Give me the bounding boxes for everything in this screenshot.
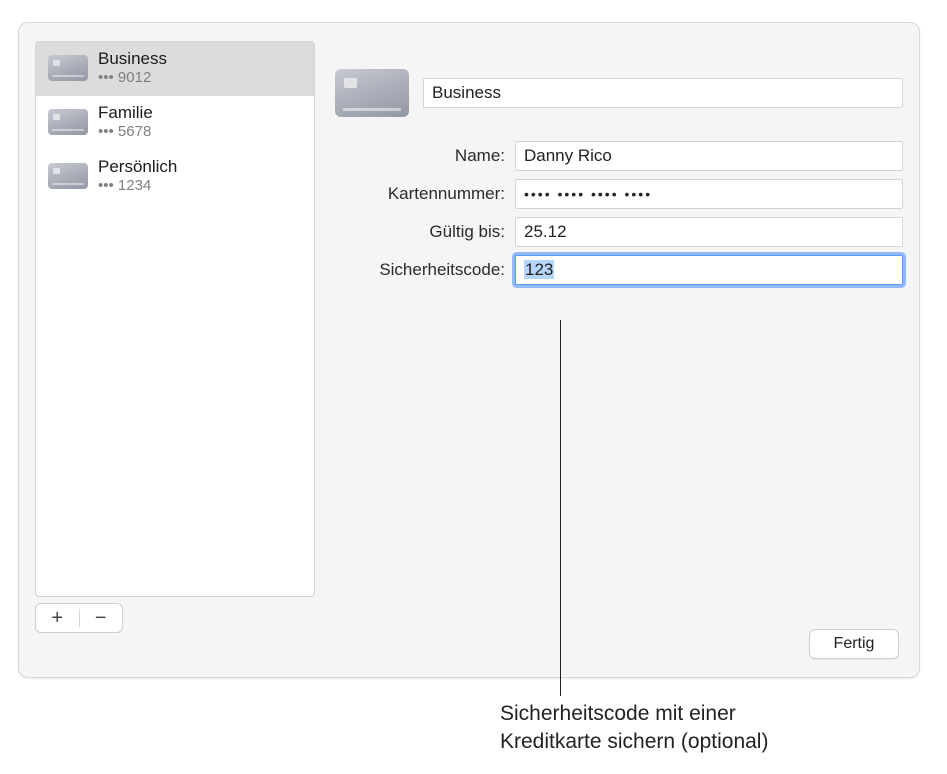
sidebar-item-texts: Familie ••• 5678 [98, 102, 153, 142]
row-expiry: Gültig bis: 25.12 [335, 217, 903, 247]
credit-card-icon [48, 109, 88, 135]
row-name: Name: Danny Rico [335, 141, 903, 171]
row-card-number: Kartennummer: •••• •••• •••• •••• [335, 179, 903, 209]
sidebar-item-familie[interactable]: Familie ••• 5678 [36, 96, 314, 150]
remove-button[interactable]: − [80, 604, 123, 632]
callout-text: Sicherheitscode mit einer Kreditkarte si… [500, 700, 768, 757]
minus-icon: − [95, 608, 107, 628]
sidebar-item-title: Persönlich [98, 156, 177, 177]
callout-line [560, 320, 561, 696]
add-button[interactable]: + [36, 604, 79, 632]
plus-icon: + [51, 608, 63, 628]
detail-form: Name: Danny Rico Kartennummer: •••• ••••… [335, 141, 903, 285]
card-title-field[interactable]: Business [423, 78, 903, 108]
add-remove-toolbar: + − [35, 603, 123, 633]
content-area: Business ••• 9012 Familie ••• 5678 Persö… [35, 41, 903, 597]
selected-text: 123 [524, 260, 554, 279]
card-list: Business ••• 9012 Familie ••• 5678 Persö… [35, 41, 315, 597]
label-expiry: Gültig bis: [335, 222, 515, 242]
sidebar-item-texts: Persönlich ••• 1234 [98, 156, 177, 196]
detail-pane: Business Name: Danny Rico Kartennummer: … [335, 41, 903, 597]
card-number-field[interactable]: •••• •••• •••• •••• [515, 179, 903, 209]
credit-card-icon [335, 69, 409, 117]
security-code-field[interactable]: 123 [515, 255, 903, 285]
sidebar-item-masked-number: ••• 5678 [98, 123, 153, 142]
sidebar-item-texts: Business ••• 9012 [98, 48, 167, 88]
credit-card-icon [48, 55, 88, 81]
sidebar-item-title: Familie [98, 102, 153, 123]
detail-header: Business [335, 41, 903, 117]
sidebar-item-persoenlich[interactable]: Persönlich ••• 1234 [36, 150, 314, 204]
sidebar-item-masked-number: ••• 1234 [98, 177, 177, 196]
sidebar-item-business[interactable]: Business ••• 9012 [36, 42, 314, 96]
name-field[interactable]: Danny Rico [515, 141, 903, 171]
label-card-number: Kartennummer: [335, 184, 515, 204]
credit-card-icon [48, 163, 88, 189]
sidebar-item-title: Business [98, 48, 167, 69]
window: Business ••• 9012 Familie ••• 5678 Persö… [18, 22, 920, 678]
done-button[interactable]: Fertig [809, 629, 899, 659]
expiry-field[interactable]: 25.12 [515, 217, 903, 247]
label-security-code: Sicherheitscode: [335, 260, 515, 280]
row-security-code: Sicherheitscode: 123 [335, 255, 903, 285]
sidebar-item-masked-number: ••• 9012 [98, 69, 167, 88]
label-name: Name: [335, 146, 515, 166]
